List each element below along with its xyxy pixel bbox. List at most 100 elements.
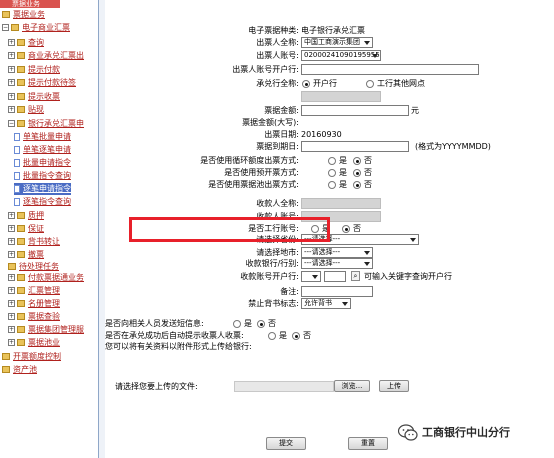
auto-prompt-yes-radio[interactable] [268, 332, 276, 340]
folder-icon [2, 353, 10, 360]
sidebar-item-label: 票据业务 [13, 10, 45, 19]
remark-input[interactable] [301, 286, 373, 297]
expand-icon[interactable]: + [8, 287, 15, 294]
expand-icon[interactable]: + [8, 300, 15, 307]
notify-no-radio[interactable] [257, 320, 265, 328]
auto-prompt-yes-label: 是 [279, 331, 287, 340]
sidebar-item[interactable]: + 商业承兑汇票出 [8, 50, 84, 62]
document-icon [14, 171, 20, 180]
upload-button[interactable]: 上传 [379, 380, 409, 392]
folder-icon [17, 238, 25, 245]
sidebar-item-label: 撤票 [28, 250, 44, 259]
expand-icon[interactable]: + [8, 339, 15, 346]
sidebar-item[interactable]: + 提示付款待签 [8, 77, 76, 89]
sidebar-item-label: 提示收票 [28, 92, 60, 101]
expand-icon[interactable]: + [8, 93, 15, 100]
branch-select[interactable]: ---请选择--- [301, 258, 373, 269]
sidebar-item[interactable]: 逐笔指令查询 [14, 196, 71, 208]
acceptor-opt2-radio[interactable] [366, 80, 374, 88]
amount-input[interactable] [301, 105, 409, 116]
submit-button[interactable]: 提交 [266, 437, 306, 450]
sidebar-item[interactable]: 批量申请指令 [14, 157, 71, 169]
document-icon [14, 132, 20, 141]
acceptor-opt1-radio[interactable] [302, 80, 310, 88]
expand-icon[interactable]: + [8, 66, 15, 73]
q3-yes-radio[interactable] [328, 181, 336, 189]
expand-icon[interactable]: + [8, 251, 15, 258]
city-label: 请选择地市: [256, 248, 299, 257]
sidebar-top-tab[interactable]: 票据业务 [0, 0, 60, 8]
issue-date-label: 出票日期: [264, 130, 299, 139]
sidebar-item[interactable]: + 汇票管理 [8, 285, 60, 297]
document-icon [14, 158, 20, 167]
sidebar-item[interactable]: + 质押 [8, 210, 44, 222]
folder-icon [17, 120, 25, 127]
collapse-icon[interactable]: − [8, 120, 15, 127]
expand-icon[interactable]: + [8, 106, 15, 113]
sidebar-item[interactable]: 单笔批量申请 [14, 131, 71, 143]
payee-bank-hint: 可输入关键字查询开户行 [364, 272, 452, 281]
expand-icon[interactable]: + [8, 52, 15, 59]
due-date-input[interactable] [301, 141, 409, 152]
file-path-input[interactable] [234, 381, 334, 392]
sidebar-item[interactable]: 单笔逐笔申请 [14, 144, 71, 156]
sidebar-item[interactable]: 资产池 [2, 364, 37, 376]
collapse-icon[interactable]: − [2, 24, 9, 31]
sidebar-item[interactable]: − 银行承兑汇票申 [8, 118, 84, 130]
sidebar-item[interactable]: + 查询 [8, 37, 44, 49]
sidebar-item[interactable]: + 贴现 [8, 104, 44, 116]
auto-prompt-no-label: 否 [303, 331, 311, 340]
folder-icon [17, 326, 25, 333]
sidebar-item[interactable]: + 提示付款 [8, 64, 60, 76]
expand-icon[interactable]: + [8, 326, 15, 333]
city-select[interactable]: ---请选择--- [301, 247, 373, 258]
q2-no-radio[interactable] [353, 169, 361, 177]
sidebar-item[interactable]: + 提示收票 [8, 91, 60, 103]
due-date-label: 票据到期日: [256, 142, 299, 151]
issue-date-value: 20160930 [301, 130, 342, 139]
sidebar-item[interactable]: − 电子商业汇票 [2, 22, 70, 34]
sidebar-item-label: 提示付款 [28, 65, 60, 74]
q1-no-radio[interactable] [353, 157, 361, 165]
sidebar-item[interactable]: + 票据查验 [8, 311, 60, 323]
no-endorse-label: 禁止背书标志: [248, 299, 299, 308]
bill-type-value: 电子银行承兑汇票 [301, 26, 365, 35]
expand-icon[interactable]: + [8, 225, 15, 232]
auto-prompt-no-radio[interactable] [292, 332, 300, 340]
sidebar-item-label: 汇票管理 [28, 286, 60, 295]
drawer-name-select[interactable]: 中国工商演示集团 [301, 37, 373, 48]
is-icbc-no-radio[interactable] [342, 225, 350, 233]
notify-yes-radio[interactable] [233, 320, 241, 328]
expand-icon[interactable]: + [8, 313, 15, 320]
sidebar-item[interactable]: + 票据集团管理服 [8, 324, 84, 336]
expand-icon[interactable]: + [8, 212, 15, 219]
expand-icon[interactable]: + [8, 274, 15, 281]
sidebar-item[interactable]: + 背书转让 [8, 236, 60, 248]
drawer-account-select[interactable]: 0200024109019595588 [301, 50, 381, 61]
q1-yes-radio[interactable] [328, 157, 336, 165]
sidebar-item[interactable]: 逐笔申请指令 [14, 183, 71, 195]
sidebar-item[interactable]: + 票据池业 [8, 337, 60, 349]
sidebar-item[interactable]: 票据业务 [2, 9, 45, 21]
sidebar-item[interactable]: + 撤票 [8, 249, 44, 261]
expand-icon[interactable]: + [8, 238, 15, 245]
browse-button[interactable]: 浏览... [334, 380, 370, 392]
no-endorse-select[interactable]: 允许背书 [301, 298, 351, 309]
expand-icon[interactable]: + [8, 79, 15, 86]
payee-name-input[interactable] [301, 198, 381, 209]
sidebar-item[interactable]: + 名册管理 [8, 298, 60, 310]
reset-button[interactable]: 重置 [348, 437, 388, 450]
payee-bank-keyword-input[interactable] [324, 271, 346, 282]
drawer-bank-input[interactable] [301, 64, 479, 75]
q2-yes-radio[interactable] [328, 169, 336, 177]
sidebar-item[interactable]: 批量指令查询 [14, 170, 71, 182]
q3-no-radio[interactable] [353, 181, 361, 189]
payee-bank-select[interactable] [301, 271, 321, 282]
expand-icon[interactable]: + [8, 39, 15, 46]
due-date-hint: (格式为YYYYMMDD) [415, 142, 491, 151]
search-icon[interactable]: ⌕ [351, 271, 360, 281]
sidebar-item-label: 查询 [28, 38, 44, 47]
sidebar-item[interactable]: + 保证 [8, 223, 44, 235]
sidebar-item[interactable]: + 付款票据通业务 [8, 272, 84, 284]
sidebar-item[interactable]: 开票额度控制 [2, 351, 61, 363]
